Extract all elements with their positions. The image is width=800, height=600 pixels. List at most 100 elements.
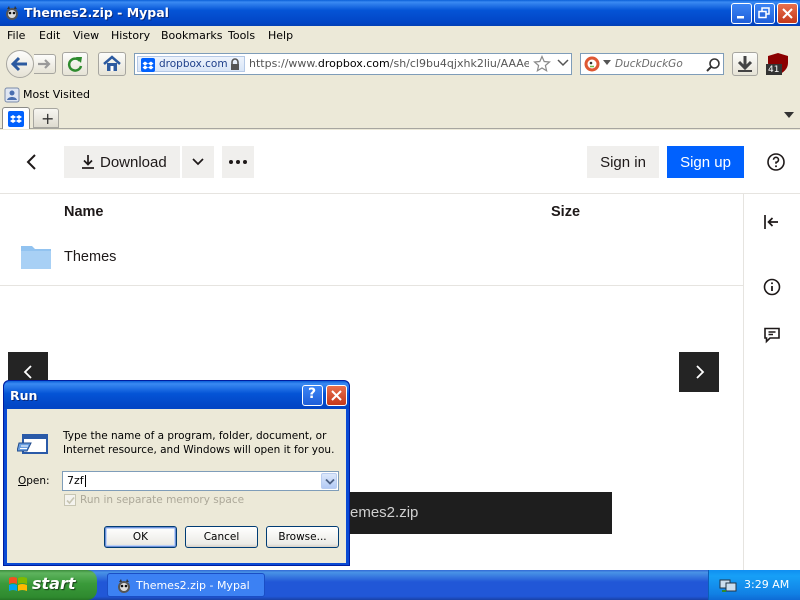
browser-title-bar[interactable]: Themes2.zip - Mypal <box>0 0 800 26</box>
help-icon[interactable] <box>766 152 786 172</box>
run-close-button[interactable] <box>326 385 347 406</box>
forward-arrow-icon <box>38 59 51 69</box>
mypal-task-icon <box>118 579 130 593</box>
run-dialog-title-bar[interactable]: Run ? <box>4 381 349 409</box>
home-button[interactable] <box>98 52 126 76</box>
restore-button[interactable] <box>754 3 775 24</box>
start-button[interactable]: start <box>0 570 97 600</box>
open-dropdown-button[interactable] <box>321 473 337 489</box>
menu-tools[interactable]: Tools <box>228 29 255 42</box>
dropbox-back-icon[interactable] <box>22 152 42 172</box>
more-actions-button[interactable] <box>222 146 254 178</box>
menu-edit[interactable]: Edit <box>39 29 60 42</box>
site-identity-label: dropbox.com <box>159 58 228 70</box>
sign-up-label: Sign up <box>680 154 731 171</box>
addon-badge: 41 <box>768 65 780 75</box>
url-domain: dropbox.com <box>317 57 390 70</box>
minimize-button[interactable] <box>731 3 752 24</box>
browse-button[interactable]: Browse... <box>266 526 339 548</box>
download-arrow-icon <box>737 56 753 72</box>
column-header-size[interactable]: Size <box>551 204 580 220</box>
dropbox-favicon-icon <box>141 58 155 72</box>
downloads-button[interactable] <box>732 52 758 76</box>
close-icon <box>331 390 342 401</box>
menu-history[interactable]: History <box>111 29 150 42</box>
sign-up-button[interactable]: Sign up <box>667 146 744 178</box>
row-divider <box>0 285 743 286</box>
most-visited-icon <box>4 87 20 103</box>
open-label-rest: pen: <box>26 475 50 487</box>
open-input-value: 7zf <box>67 474 84 487</box>
url-bar[interactable]: dropbox.com https://www.dropbox.com/sh/c… <box>134 53 572 75</box>
download-options-button[interactable] <box>182 146 214 178</box>
lock-icon <box>231 58 239 70</box>
search-icon[interactable] <box>705 57 721 73</box>
menu-bar: File Edit View History Bookmarks Tools H… <box>0 26 800 46</box>
folder-icon <box>21 246 51 269</box>
open-combobox[interactable]: 7zf <box>62 471 339 491</box>
list-item-themes[interactable]: Themes <box>64 249 116 265</box>
bookmark-most-visited[interactable]: Most Visited <box>23 88 90 101</box>
forward-button[interactable] <box>34 54 56 74</box>
tab-dropbox[interactable] <box>2 107 30 129</box>
windows-logo-icon <box>9 577 27 591</box>
bookmark-star-icon[interactable] <box>533 55 551 73</box>
next-file-button[interactable] <box>679 352 719 392</box>
run-dialog-body: Type the name of a program, folder, docu… <box>7 409 346 563</box>
run-dialog: Run ? Type the name of a program, folder… <box>3 380 350 566</box>
system-tray: 3:29 AM <box>708 570 800 600</box>
menu-bookmarks[interactable]: Bookmarks <box>161 29 222 42</box>
start-label: start <box>32 574 76 593</box>
back-button[interactable] <box>6 50 34 78</box>
clock[interactable]: 3:29 AM <box>744 578 789 591</box>
taskbar: start Themes2.zip - Mypal 3:29 AM <box>0 570 800 600</box>
menu-view[interactable]: View <box>73 29 99 42</box>
home-icon <box>103 55 121 71</box>
menu-help[interactable]: Help <box>268 29 293 42</box>
header-divider <box>0 193 800 194</box>
window-title: Themes2.zip - Mypal <box>24 5 169 20</box>
open-input[interactable]: 7zf <box>67 474 86 487</box>
menu-file[interactable]: File <box>7 29 25 42</box>
download-button[interactable]: Download <box>64 146 180 178</box>
taskbar-item-label: Themes2.zip - Mypal <box>136 579 250 592</box>
taskbar-item-mypal[interactable]: Themes2.zip - Mypal <box>107 573 265 597</box>
new-tab-button[interactable]: + <box>33 108 59 128</box>
list-all-tabs-icon[interactable] <box>784 112 794 120</box>
collapse-sidebar-icon[interactable] <box>763 213 781 231</box>
cancel-button[interactable]: Cancel <box>185 526 258 548</box>
download-label: Download <box>100 154 167 171</box>
ellipsis-icon <box>229 160 247 164</box>
addon-button[interactable]: 41 <box>764 52 792 76</box>
question-mark-icon: ? <box>308 386 317 402</box>
comment-icon[interactable] <box>763 326 781 344</box>
reload-button[interactable] <box>62 52 88 76</box>
url-text: https://www.dropbox.com/sh/cl9bu4qjxhk2l… <box>249 57 529 70</box>
search-engine-dropdown-icon[interactable] <box>603 60 611 66</box>
run-dialog-title: Run <box>10 388 38 403</box>
close-button[interactable] <box>777 3 798 24</box>
run-help-button[interactable]: ? <box>302 385 323 406</box>
bookmarks-toolbar: Most Visited <box>0 84 800 104</box>
site-identity-button[interactable]: dropbox.com <box>137 56 245 72</box>
chevron-right-icon <box>696 365 705 379</box>
separate-memory-label: Run in separate memory space <box>80 494 245 506</box>
run-description: Type the name of a program, folder, docu… <box>63 430 335 456</box>
url-history-dropdown-icon[interactable] <box>557 59 569 67</box>
back-arrow-icon <box>10 56 27 72</box>
mypal-app-icon <box>4 5 20 21</box>
sign-in-button[interactable]: Sign in <box>587 146 659 178</box>
browse-label: Browse... <box>278 531 327 543</box>
text-cursor <box>84 475 86 487</box>
search-placeholder: DuckDuckGo <box>615 58 683 70</box>
ok-label: OK <box>132 531 149 543</box>
chevron-down-icon <box>192 158 204 166</box>
run-program-icon <box>17 434 48 454</box>
column-header-name[interactable]: Name <box>64 204 104 220</box>
network-icon[interactable] <box>719 577 737 593</box>
search-bar[interactable]: DuckDuckGo <box>580 53 724 75</box>
open-label: Open: <box>18 475 50 487</box>
ok-button[interactable]: OK <box>104 526 177 548</box>
download-button-group: Download <box>64 146 214 178</box>
info-icon[interactable] <box>763 278 781 296</box>
